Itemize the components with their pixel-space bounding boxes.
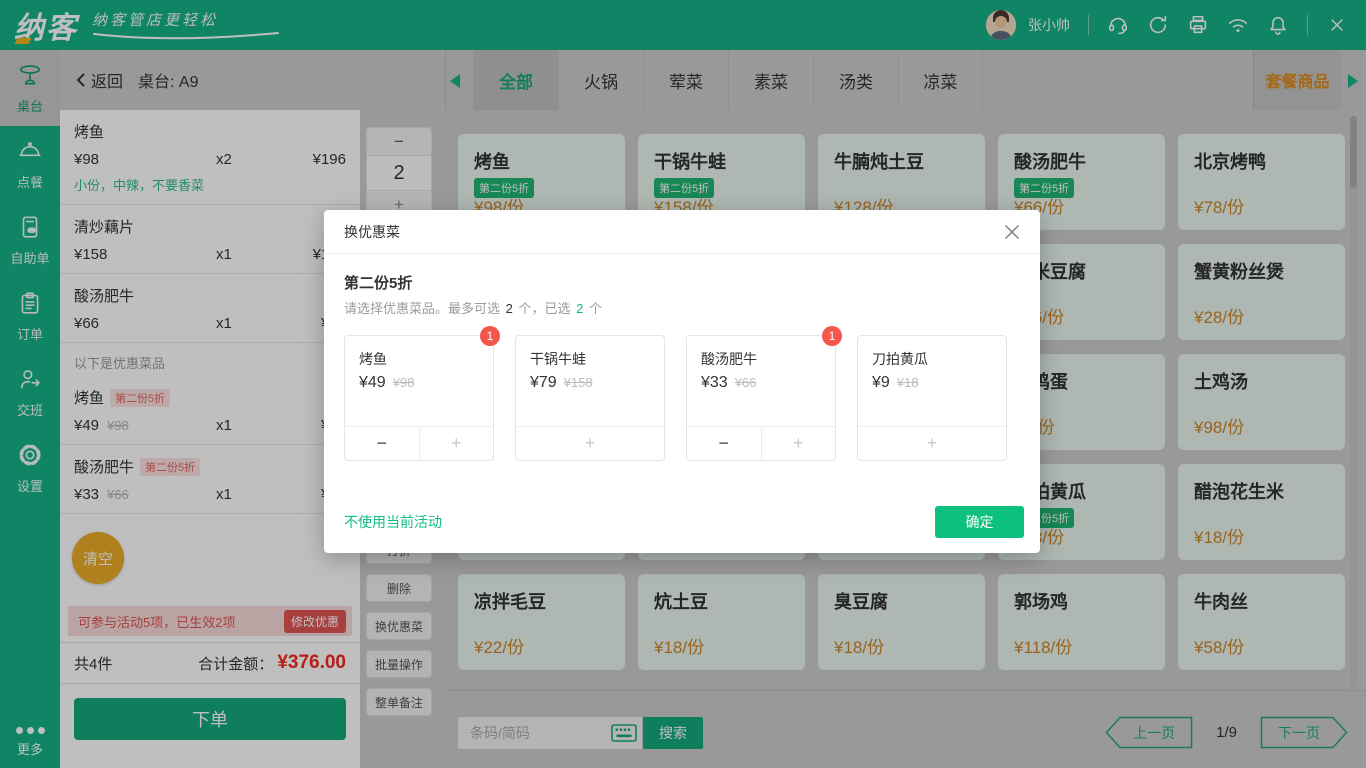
swap-promo-dish-modal: 换优惠菜 第二份5折 请选择优惠菜品。最多可选 2 个，已选 2 个 1 烤鱼 … (324, 210, 1040, 553)
max-count: 2 (506, 301, 513, 316)
modal-title: 换优惠菜 (344, 222, 1000, 242)
selected-count-badge: 1 (480, 326, 500, 346)
card-minus-button[interactable]: − (345, 427, 420, 460)
confirm-button[interactable]: 确定 (935, 506, 1024, 538)
modal-header: 换优惠菜 (324, 210, 1040, 254)
card-plus-button[interactable]: + (858, 427, 1006, 460)
card-plus-button[interactable]: + (420, 427, 494, 460)
card-plus-button[interactable]: + (762, 427, 836, 460)
selected-count-badge: 1 (822, 326, 842, 346)
card-plus-button[interactable]: + (516, 427, 664, 460)
skip-activity-link[interactable]: 不使用当前活动 (344, 512, 442, 532)
activity-name: 第二份5折 (344, 272, 412, 293)
selection-hint: 请选择优惠菜品。最多可选 2 个，已选 2 个 (344, 298, 602, 317)
promo-dish-card[interactable]: 刀拍黄瓜 ¥9 ¥18 + (857, 335, 1007, 461)
promo-dish-card[interactable]: 1 酸汤肥牛 ¥33 ¥66 − + (686, 335, 836, 461)
card-minus-button[interactable]: − (687, 427, 762, 460)
promo-dish-card[interactable]: 干锅牛蛙 ¥79 ¥158 + (515, 335, 665, 461)
pos-screen: 纳客 纳客管店更轻松 张小帅 (0, 0, 1366, 768)
promo-dish-card[interactable]: 1 烤鱼 ¥49 ¥98 − + (344, 335, 494, 461)
selected-count: 2 (576, 301, 583, 316)
modal-close-icon[interactable] (1000, 220, 1024, 244)
